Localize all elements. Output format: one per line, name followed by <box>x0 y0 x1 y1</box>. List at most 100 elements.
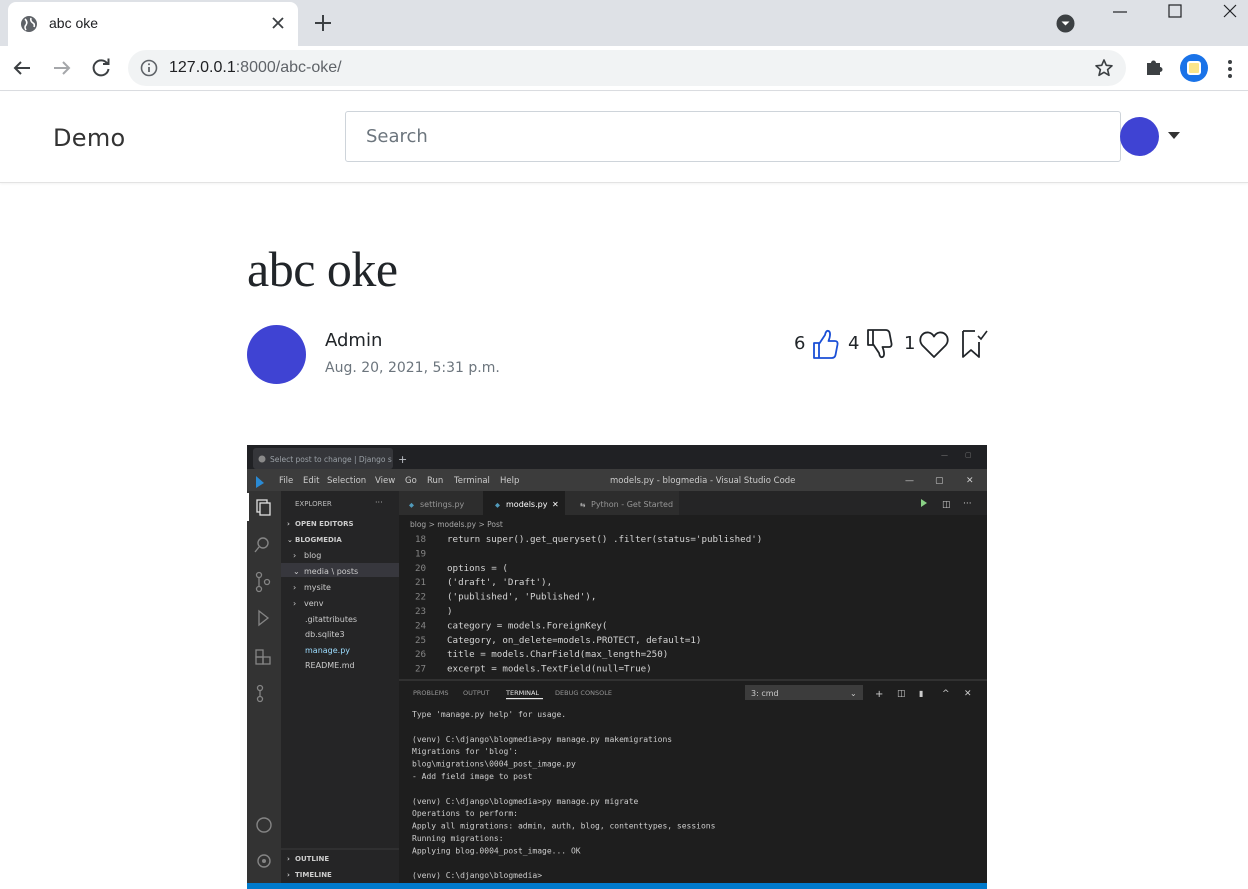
shot-menu-item: Go <box>405 476 417 486</box>
minimize-icon[interactable] <box>1105 2 1135 24</box>
bookmark-check-icon[interactable] <box>960 327 990 361</box>
shot-tree-item: venv <box>304 599 324 608</box>
shot-tab-icon: ◆ <box>495 501 500 509</box>
shot-minimize: — <box>905 476 914 486</box>
shot-maximize: ▢ <box>935 476 944 486</box>
url-path: :8000/abc-oke/ <box>235 59 342 76</box>
shot-code-line: ('published', 'Published'), <box>447 592 596 603</box>
user-avatar[interactable] <box>1120 117 1159 156</box>
heart-count: 1 <box>904 333 916 354</box>
url-text: 127.0.0.1:8000/abc-oke/ <box>169 59 342 77</box>
profile-avatar-icon[interactable] <box>1180 54 1208 82</box>
shot-line-number: 19 <box>415 548 426 559</box>
shot-win-min: — <box>941 451 948 459</box>
tab-title: abc oke <box>49 15 99 31</box>
shot-outline: OUTLINE <box>295 855 329 863</box>
shot-line-number: 21 <box>415 577 426 588</box>
shot-menu-item: View <box>375 476 395 486</box>
site-brand[interactable]: Demo <box>53 124 126 152</box>
new-tab-icon[interactable] <box>312 12 334 34</box>
shot-terminal-line: (venv) C:\django\blogmedia>py manage.py … <box>412 797 639 806</box>
shot-close: ✕ <box>966 476 974 486</box>
more-menu-icon[interactable] <box>1226 58 1234 80</box>
browser-toolbar: 127.0.0.1:8000/abc-oke/ <box>0 46 1248 91</box>
maximize-icon[interactable] <box>1160 2 1190 24</box>
like-count: 6 <box>794 333 806 354</box>
shot-line-number: 27 <box>415 664 426 675</box>
shot-terminal-line: Applying blog.0004_post_image... OK <box>412 846 581 855</box>
browser-tab[interactable]: abc oke <box>8 2 298 46</box>
shot-terminal-select: 3: cmd <box>751 689 779 698</box>
chevron-down-icon[interactable] <box>1168 132 1180 139</box>
shot-tree-chevron: › <box>293 599 296 608</box>
svg-text:›: › <box>287 871 290 879</box>
info-icon[interactable] <box>140 59 158 77</box>
post-title: abc oke <box>247 241 398 297</box>
shot-line-number: 24 <box>415 620 427 631</box>
search-input[interactable] <box>345 111 1121 162</box>
shot-code-line: ('draft', 'Draft'), <box>447 577 552 588</box>
shot-line-number: 23 <box>415 606 426 617</box>
close-icon[interactable] <box>268 13 288 33</box>
shot-tree-item: blog <box>304 551 321 560</box>
shot-window-title: models.py - blogmedia - Visual Studio Co… <box>610 476 795 486</box>
shot-terminal-line: Running migrations: <box>412 834 504 843</box>
author-name[interactable]: Admin <box>325 330 382 351</box>
shot-terminal-underline <box>506 698 543 700</box>
shot-line-number: 20 <box>415 563 426 574</box>
reload-icon[interactable] <box>89 56 113 80</box>
shot-code-line: title = models.CharField(max_length=250) <box>447 649 668 660</box>
shot-menu-item: Edit <box>303 476 320 486</box>
shot-panel-tab: PROBLEMS <box>413 689 448 697</box>
shot-terminal-line: Apply all migrations: admin, auth, blog,… <box>412 822 716 831</box>
svg-text:▮: ▮ <box>919 689 923 698</box>
svg-text:◫: ◫ <box>942 500 951 510</box>
tab-search-icon[interactable] <box>1056 14 1075 33</box>
thumbs-down-icon[interactable] <box>864 327 894 361</box>
author-avatar <box>247 325 306 384</box>
thumbs-up-icon[interactable] <box>810 327 840 361</box>
shot-code-line: category = models.ForeignKey( <box>447 620 607 631</box>
shot-open-editors: OPEN EDITORS <box>295 520 354 528</box>
back-arrow-icon[interactable] <box>10 56 34 80</box>
post-date: Aug. 20, 2021, 5:31 p.m. <box>325 360 500 376</box>
forward-arrow-icon[interactable] <box>50 56 74 80</box>
svg-text:›: › <box>287 855 290 863</box>
shot-terminal-line: Type 'manage.py help' for usage. <box>412 710 566 719</box>
shot-code-line: excerpt = models.TextField(null=True) <box>447 664 652 675</box>
shot-tab-icon: ◆ <box>409 501 414 509</box>
address-bar[interactable]: 127.0.0.1:8000/abc-oke/ <box>128 50 1126 86</box>
shot-code-line: ) <box>447 606 453 617</box>
shot-tree-item: db.sqlite3 <box>305 630 345 639</box>
shot-breadcrumb: blog > models.py > Post <box>410 520 503 529</box>
shot-editor-tab: models.py <box>506 500 548 509</box>
shot-tree-item: media \ posts <box>304 567 358 576</box>
extensions-puzzle-icon[interactable] <box>1143 56 1165 78</box>
shot-code-line: options = ( <box>447 563 508 574</box>
window-close-icon[interactable] <box>1215 2 1245 24</box>
vscode-screenshot: Select post to change | Django s + — ▢ F… <box>247 445 987 889</box>
shot-line-number: 22 <box>415 592 426 603</box>
shot-tree-chevron: › <box>293 551 296 560</box>
shot-menu-item: Run <box>427 476 443 486</box>
heart-icon[interactable] <box>918 327 950 361</box>
shot-tree-item: mysite <box>304 583 331 592</box>
svg-text:+: + <box>875 689 883 700</box>
svg-text:›: › <box>287 520 290 528</box>
site-navbar: Demo <box>0 92 1248 183</box>
shot-editor-tab: settings.py <box>420 500 465 509</box>
shot-terminal-line: (venv) C:\django\blogmedia> <box>412 871 542 880</box>
shot-line-number: 25 <box>415 635 426 646</box>
browser-tabstrip: abc oke <box>0 0 1248 46</box>
shot-terminal-line: blog\migrations\0004_post_image.py <box>412 760 576 769</box>
shot-win-max: ▢ <box>965 451 972 459</box>
shot-line-number: 18 <box>415 534 426 545</box>
shot-tree-chevron: › <box>293 583 296 592</box>
bookmark-star-icon[interactable] <box>1094 58 1114 78</box>
shot-terminal-line: Migrations for 'blog': <box>412 747 518 756</box>
shot-panel-tab: TERMINAL <box>505 689 539 697</box>
shot-newtab-icon: + <box>398 453 407 466</box>
shot-project: BLOGMEDIA <box>295 536 342 544</box>
shot-tree-item: .gitattributes <box>305 615 357 624</box>
svg-text:⌄: ⌄ <box>287 536 293 544</box>
